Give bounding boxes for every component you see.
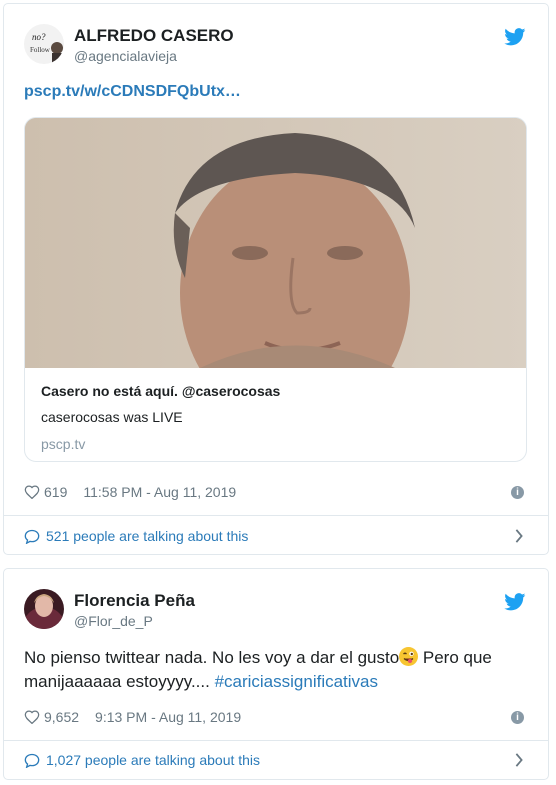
comment-bubble-icon [24,529,40,544]
avatar[interactable]: no? Follow [24,24,64,64]
author-handle[interactable]: @Flor_de_P [74,613,153,629]
divider [4,740,548,741]
author-name[interactable]: ALFREDO CASERO [74,26,234,46]
card-domain: pscp.tv [41,436,86,452]
conversation-link[interactable]: 521 people are talking about this [24,528,248,544]
tweet-text: No pienso twittear nada. No les voy a da… [24,646,534,694]
timestamp[interactable]: 11:58 PM - Aug 11, 2019 [83,484,236,500]
svg-text:Follow: Follow [30,46,51,54]
preview-image [25,118,526,428]
hashtag-link[interactable]: #cariciassignificativas [215,672,378,691]
info-icon[interactable]: i [511,711,524,724]
tweet-card-2: Florencia Peña @Flor_de_P No pienso twit… [3,568,549,780]
svg-text:no?: no? [32,32,46,42]
tweet-meta: 619 11:58 PM - Aug 11, 2019 [24,484,236,500]
heart-icon[interactable] [24,485,40,499]
winking-face-tongue-emoji [399,647,419,666]
talking-count: 521 people are talking about this [46,528,249,544]
card-description: caserocosas was LIVE [41,409,183,425]
twitter-bird-icon[interactable] [504,28,526,46]
periscope-link[interactable]: pscp.tv/w/cCDNSDFQbUtx… [24,83,241,101]
tweet-card-1: no? Follow ALFREDO CASERO @agencialaviej… [3,3,549,555]
heart-icon[interactable] [24,710,40,724]
like-count: 619 [44,484,68,500]
conversation-link[interactable]: 1,027 people are talking about this [24,752,260,768]
divider [4,515,548,516]
talking-count: 1,027 people are talking about this [46,752,261,768]
link-preview-card[interactable]: Casero no está aquí. @caserocosas casero… [24,117,527,462]
comment-bubble-icon [24,753,40,768]
like-count: 9,652 [44,709,80,725]
tweet-text-part1: No pienso twittear nada. No les voy a da… [24,648,400,667]
card-title: Casero no está aquí. @caserocosas [41,383,281,399]
tweet-meta: 9,652 9:13 PM - Aug 11, 2019 [24,709,241,725]
timestamp[interactable]: 9:13 PM - Aug 11, 2019 [95,709,241,725]
author-handle[interactable]: @agencialavieja [74,48,177,64]
avatar[interactable] [24,589,64,629]
twitter-bird-icon[interactable] [504,593,526,611]
chevron-right-icon[interactable] [514,529,524,543]
author-name[interactable]: Florencia Peña [74,591,195,611]
chevron-right-icon[interactable] [514,753,524,767]
info-icon[interactable]: i [511,486,524,499]
